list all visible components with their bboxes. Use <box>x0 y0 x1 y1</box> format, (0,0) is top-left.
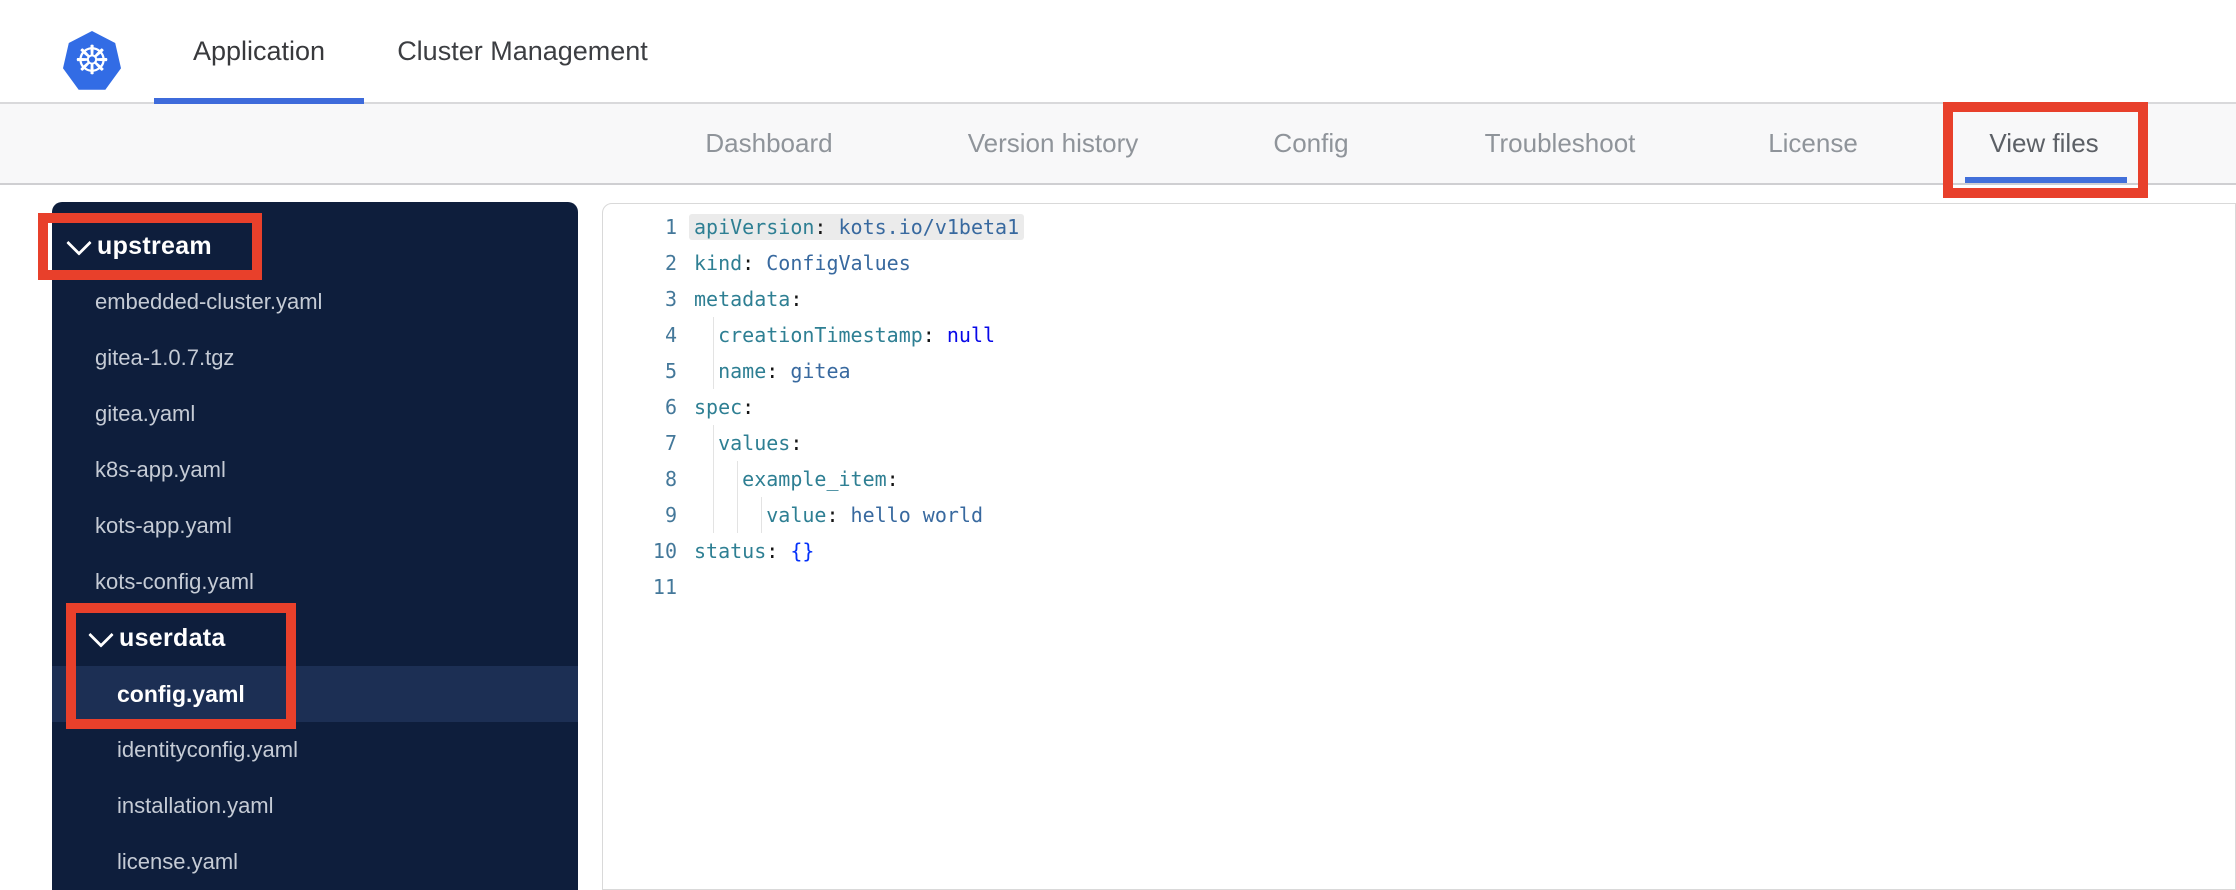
kots-admin-console: ☸ Application Cluster Management Dashboa… <box>0 0 2236 890</box>
tree-item-label: license.yaml <box>117 849 239 874</box>
line-number: 3 <box>664 287 677 311</box>
tree-item-label: upstream <box>97 231 212 260</box>
line-number: 1 <box>664 215 677 239</box>
top-bar: ☸ Application Cluster Management <box>0 0 2236 104</box>
line-number: 9 <box>664 503 677 527</box>
code-line: 8 example_item: <box>603 461 2235 497</box>
code-line-content: metadata: <box>694 287 803 311</box>
code-line-content <box>694 569 2235 605</box>
tree-file-gitea-1-0-7-tgz[interactable]: gitea-1.0.7.tgz <box>52 330 578 386</box>
code-line-content: creationTimestamp: null <box>694 317 2235 353</box>
indent-guide <box>713 353 715 389</box>
code-line: 7 values: <box>603 425 2235 461</box>
code-line-content: status: {} <box>694 539 815 563</box>
search-highlight: apiVersion: kots.io/v1beta1 <box>689 214 1025 240</box>
tree-file-kots-app-yaml[interactable]: kots-app.yaml <box>52 498 578 554</box>
subnav-tab-dashboard[interactable]: Dashboard <box>705 104 832 183</box>
tree-file-k8s-app-yaml[interactable]: k8s-app.yaml <box>52 442 578 498</box>
code-line: 6 spec: <box>603 389 2235 425</box>
code-line: 1 apiVersion: kots.io/v1beta1 <box>603 209 2235 245</box>
tree-file-installation-yaml[interactable]: installation.yaml <box>52 778 578 834</box>
code-line: 4 creationTimestamp: null <box>603 317 2235 353</box>
indent-guide <box>761 497 763 533</box>
code-line: 11 <box>603 569 2235 605</box>
code-line: 2 kind: ConfigValues <box>603 245 2235 281</box>
tree-item-label: gitea-1.0.7.tgz <box>95 345 235 370</box>
tree-item-label: kots-app.yaml <box>95 513 232 538</box>
subnav-tab-troubleshoot[interactable]: Troubleshoot <box>1485 104 1636 183</box>
tree-item-label: embedded-cluster.yaml <box>95 289 323 314</box>
tree-file-embedded-cluster-yaml[interactable]: embedded-cluster.yaml <box>52 274 578 330</box>
tree-item-label: kots-config.yaml <box>95 569 254 594</box>
code-line: 10 status: {} <box>603 533 2235 569</box>
app-subnav: Dashboard Version history Config Troublesho… <box>0 104 2236 185</box>
tree-folder-upstream[interactable]: upstream <box>52 218 578 274</box>
tree-folder-userdata[interactable]: userdata <box>52 610 578 666</box>
indent-guide <box>737 497 739 533</box>
code-line: 9 value: hello world <box>603 497 2235 533</box>
line-number: 11 <box>652 575 677 599</box>
tree-item-label: config.yaml <box>117 680 245 707</box>
line-number: 10 <box>652 539 677 563</box>
subnav-tab-config[interactable]: Config <box>1273 104 1348 183</box>
kubernetes-logo-icon: ☸ <box>63 31 121 90</box>
tab-cluster-management-label: Cluster Management <box>397 35 648 66</box>
tree-item-label: installation.yaml <box>117 793 274 818</box>
chevron-down-icon <box>88 622 114 648</box>
yaml-file-viewer[interactable]: 1 apiVersion: kots.io/v1beta1 2 kind: Confi… <box>602 203 2236 890</box>
code-line-content: kind: ConfigValues <box>694 251 911 275</box>
code-line: 3 metadata: <box>603 281 2235 317</box>
tree-file-gitea-yaml[interactable]: gitea.yaml <box>52 386 578 442</box>
file-tree-sidebar: upstream embedded-cluster.yaml gitea-1.0.7… <box>52 202 578 890</box>
indent-guide <box>737 461 739 497</box>
code-line-content: name: gitea <box>694 353 2235 389</box>
subnav-tab-license[interactable]: License <box>1768 104 1858 183</box>
indent-guide <box>713 461 715 497</box>
tree-item-label: k8s-app.yaml <box>95 457 226 482</box>
code-line-content: values: <box>694 425 2235 461</box>
tree-item-label: identityconfig.yaml <box>117 737 298 762</box>
view-files-active-underline <box>1965 177 2127 183</box>
chevron-down-icon <box>66 230 92 256</box>
line-number: 7 <box>664 431 677 455</box>
line-number: 2 <box>664 251 677 275</box>
code-line-content: example_item: <box>694 461 2235 497</box>
indent-guide <box>713 497 715 533</box>
line-number: 6 <box>664 395 677 419</box>
indent-guide <box>713 425 715 461</box>
tree-file-identityconfig-yaml[interactable]: identityconfig.yaml <box>52 722 578 778</box>
tree-item-label: userdata <box>119 623 226 652</box>
indent-guide <box>713 317 715 353</box>
subnav-tab-view-files[interactable]: View files <box>1989 104 2098 183</box>
tab-application[interactable]: Application <box>154 0 364 104</box>
code-line-content: value: hello world <box>694 497 2235 533</box>
line-number: 8 <box>664 467 677 491</box>
subnav-tab-version-history[interactable]: Version history <box>968 104 1139 183</box>
helm-wheel-icon: ☸ <box>74 38 110 84</box>
code-line-content: apiVersion: kots.io/v1beta1 <box>689 209 2235 245</box>
code-line: 5 name: gitea <box>603 353 2235 389</box>
tree-file-license-yaml[interactable]: license.yaml <box>52 834 578 890</box>
tree-item-label: gitea.yaml <box>95 401 196 426</box>
tree-file-config-yaml[interactable]: config.yaml <box>52 666 578 722</box>
tab-application-label: Application <box>192 35 326 66</box>
tab-cluster-management[interactable]: Cluster Management <box>380 0 665 102</box>
tree-file-kots-config-yaml[interactable]: kots-config.yaml <box>52 554 578 610</box>
line-number: 5 <box>664 359 677 383</box>
line-number: 4 <box>664 323 677 347</box>
code-line-content: spec: <box>694 395 755 419</box>
